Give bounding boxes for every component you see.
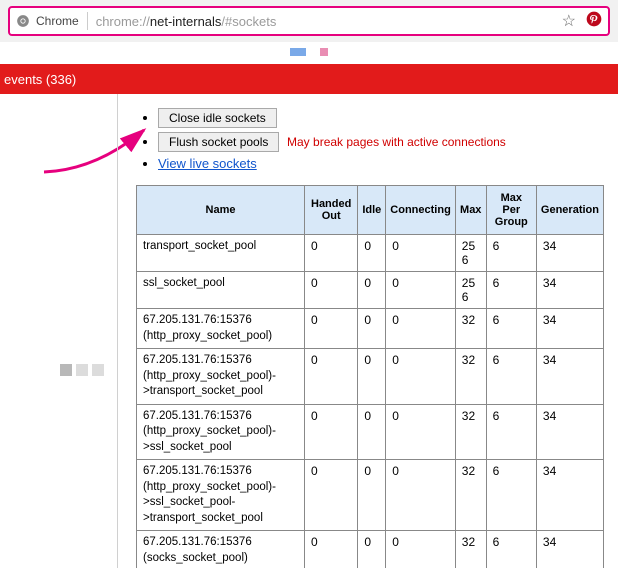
tab-stub-pink <box>320 48 328 56</box>
cell-max: 32 <box>455 404 486 460</box>
events-banner[interactable]: events (336) <box>0 64 618 94</box>
table-row: 67.205.131.76:15376 (http_proxy_socket_p… <box>137 309 604 349</box>
cell-handed: 0 <box>305 349 358 405</box>
cell-max: 32 <box>455 460 486 531</box>
cell-max: 32 <box>455 531 486 568</box>
cell-idle: 0 <box>358 460 386 531</box>
table-body: transport_socket_pool000256634ssl_socket… <box>137 235 604 568</box>
col-max: Max <box>455 186 486 235</box>
table-row: 67.205.131.76:15376 (http_proxy_socket_p… <box>137 349 604 405</box>
cell-idle: 0 <box>358 531 386 568</box>
col-name: Name <box>137 186 305 235</box>
cell-connecting: 0 <box>386 235 456 272</box>
table-row: 67.205.131.76:15376 (http_proxy_socket_p… <box>137 404 604 460</box>
cell-name: 67.205.131.76:15376 (http_proxy_socket_p… <box>137 309 305 349</box>
table-row: 67.205.131.76:15376 (http_proxy_socket_p… <box>137 460 604 531</box>
cell-max: 32 <box>455 309 486 349</box>
cell-handed: 0 <box>305 531 358 568</box>
cell-gen: 34 <box>536 349 603 405</box>
pinterest-icon[interactable] <box>586 11 602 31</box>
chrome-icon <box>16 14 30 28</box>
cell-connecting: 0 <box>386 531 456 568</box>
sidebar <box>0 94 118 568</box>
site-chip[interactable]: Chrome <box>16 14 79 28</box>
divider <box>87 12 88 30</box>
cell-gen: 34 <box>536 235 603 272</box>
table-row: 67.205.131.76:15376 (socks_socket_pool)0… <box>137 531 604 568</box>
action-item: Close idle sockets <box>158 108 608 128</box>
table-row: ssl_socket_pool000256634 <box>137 272 604 309</box>
address-bar[interactable]: Chrome chrome://net-internals/#sockets ☆ <box>8 6 610 36</box>
cell-name: ssl_socket_pool <box>137 272 305 309</box>
socket-pool-table: Name Handed Out Idle Connecting Max Max … <box>136 185 604 568</box>
cell-connecting: 0 <box>386 272 456 309</box>
cell-idle: 0 <box>358 272 386 309</box>
cell-mpg: 6 <box>486 349 536 405</box>
table-header-row: Name Handed Out Idle Connecting Max Max … <box>137 186 604 235</box>
cell-idle: 0 <box>358 349 386 405</box>
cell-mpg: 6 <box>486 272 536 309</box>
cell-idle: 0 <box>358 404 386 460</box>
cell-mpg: 6 <box>486 309 536 349</box>
cell-connecting: 0 <box>386 460 456 531</box>
cell-name: 67.205.131.76:15376 (socks_socket_pool) <box>137 531 305 568</box>
action-item: View live sockets <box>158 156 608 171</box>
cell-connecting: 0 <box>386 309 456 349</box>
col-handed-out: Handed Out <box>305 186 358 235</box>
cell-connecting: 0 <box>386 349 456 405</box>
cell-idle: 0 <box>358 309 386 349</box>
cell-mpg: 6 <box>486 235 536 272</box>
cell-gen: 34 <box>536 531 603 568</box>
cell-gen: 34 <box>536 404 603 460</box>
cell-name: 67.205.131.76:15376 (http_proxy_socket_p… <box>137 460 305 531</box>
address-bar-container: Chrome chrome://net-internals/#sockets ☆ <box>0 0 618 42</box>
cell-handed: 0 <box>305 235 358 272</box>
action-item: Flush socket pools May break pages with … <box>158 132 608 152</box>
url-scheme: chrome:// <box>96 14 150 29</box>
main-panel: Close idle sockets Flush socket pools Ma… <box>118 94 618 568</box>
events-label: events (336) <box>0 72 86 87</box>
close-idle-sockets-button[interactable]: Close idle sockets <box>158 108 277 128</box>
cell-handed: 0 <box>305 404 358 460</box>
address-bar-actions: ☆ <box>562 11 602 31</box>
url-display[interactable]: chrome://net-internals/#sockets <box>96 14 554 29</box>
cell-mpg: 6 <box>486 460 536 531</box>
site-chip-label: Chrome <box>36 14 79 28</box>
bookmark-star-icon[interactable]: ☆ <box>562 11 576 31</box>
col-generation: Generation <box>536 186 603 235</box>
flush-warning: May break pages with active connections <box>287 135 506 149</box>
table-row: transport_socket_pool000256634 <box>137 235 604 272</box>
cell-handed: 0 <box>305 460 358 531</box>
view-live-sockets-link[interactable]: View live sockets <box>158 156 257 171</box>
cell-mpg: 6 <box>486 404 536 460</box>
cell-handed: 0 <box>305 309 358 349</box>
cell-name: 67.205.131.76:15376 (http_proxy_socket_p… <box>137 404 305 460</box>
tab-stub-blue <box>290 48 306 56</box>
cell-mpg: 6 <box>486 531 536 568</box>
tab-strip-stub <box>0 42 618 64</box>
cell-handed: 0 <box>305 272 358 309</box>
col-idle: Idle <box>358 186 386 235</box>
url-host: net-internals <box>150 14 222 29</box>
url-path: /#sockets <box>221 14 276 29</box>
decorative-blocks <box>60 364 104 376</box>
flush-socket-pools-button[interactable]: Flush socket pools <box>158 132 279 152</box>
col-max-per-group: Max Per Group <box>486 186 536 235</box>
cell-gen: 34 <box>536 309 603 349</box>
cell-name: transport_socket_pool <box>137 235 305 272</box>
socket-actions-list: Close idle sockets Flush socket pools Ma… <box>136 108 608 171</box>
cell-idle: 0 <box>358 235 386 272</box>
cell-gen: 34 <box>536 272 603 309</box>
cell-max: 256 <box>455 272 486 309</box>
cell-connecting: 0 <box>386 404 456 460</box>
cell-gen: 34 <box>536 460 603 531</box>
cell-max: 32 <box>455 349 486 405</box>
cell-max: 256 <box>455 235 486 272</box>
cell-name: 67.205.131.76:15376 (http_proxy_socket_p… <box>137 349 305 405</box>
col-connecting: Connecting <box>386 186 456 235</box>
